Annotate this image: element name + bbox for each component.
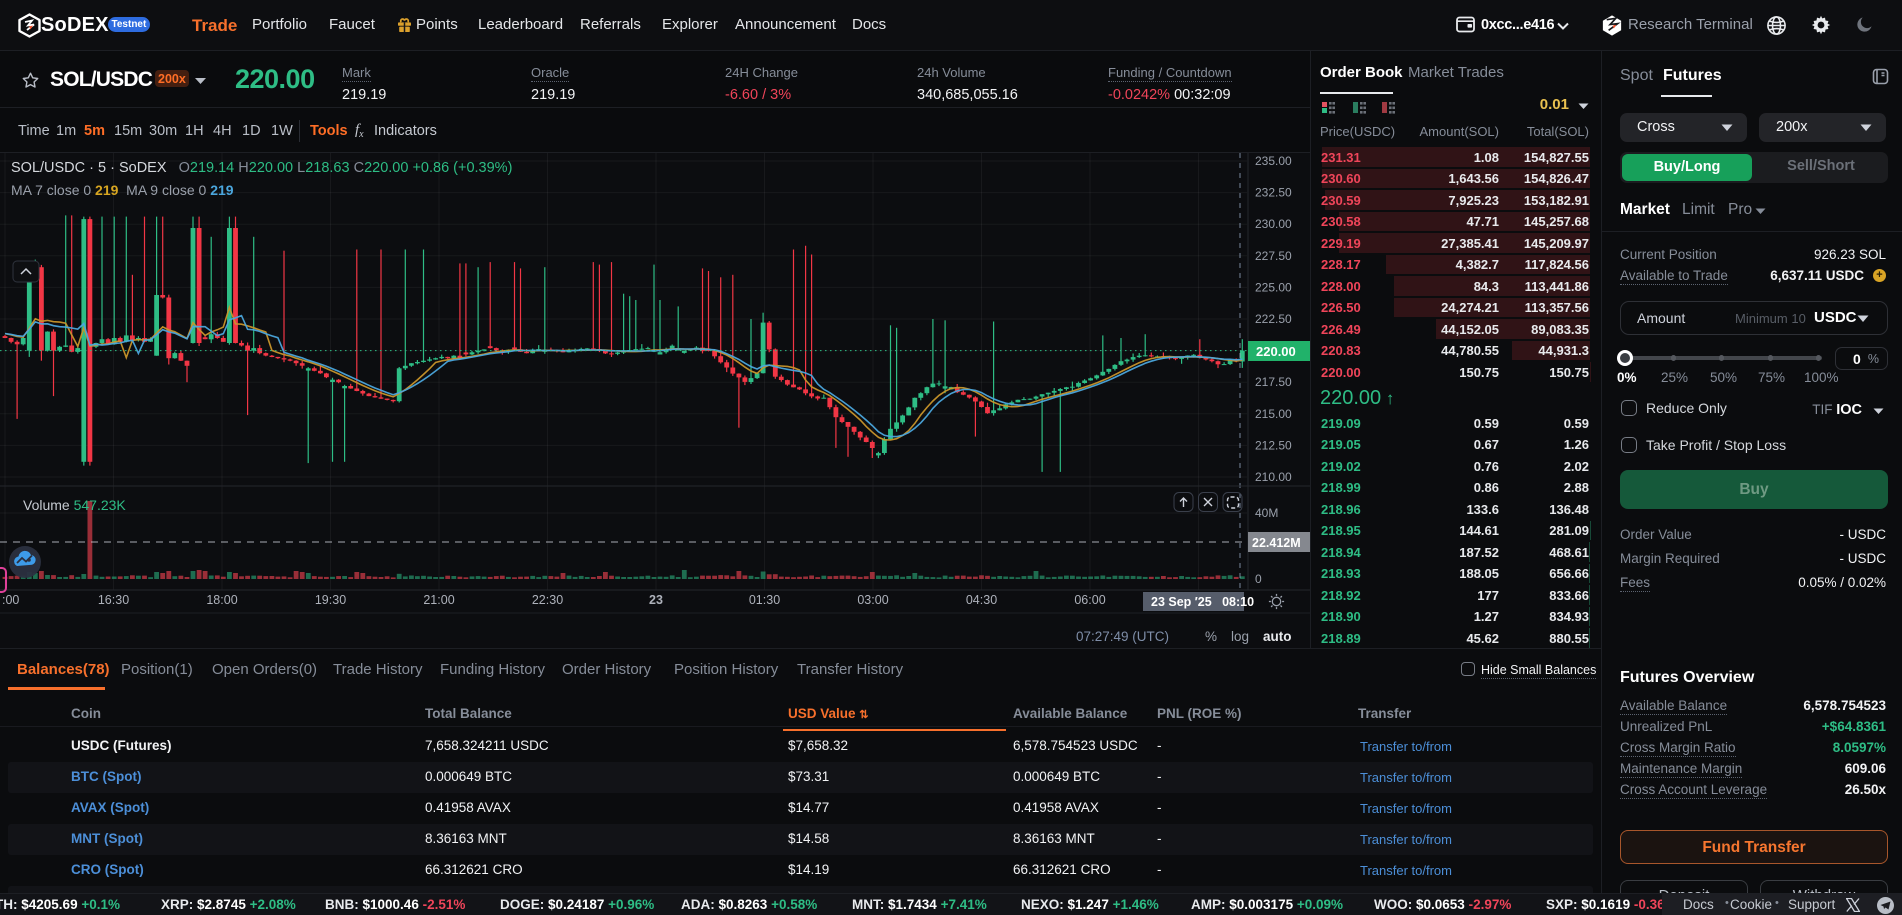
svg-text:227.50: 227.50 — [1255, 249, 1292, 263]
svg-text:%: % — [1205, 629, 1217, 644]
svg-text:01:30: 01:30 — [749, 593, 780, 607]
svg-text:Volume 547.23K: Volume 547.23K — [23, 497, 126, 513]
svg-text:log: log — [1231, 629, 1249, 644]
svg-text:18:00: 18:00 — [206, 593, 237, 607]
svg-text:SOL/USDC · 5 · SoDEX O219.14: SOL/USDC · 5 · SoDEX O219.14 H220.00 L21… — [11, 160, 512, 176]
svg-text:230.00: 230.00 — [1255, 217, 1292, 231]
svg-text:225.00: 225.00 — [1255, 280, 1292, 294]
svg-text:19:30: 19:30 — [315, 593, 346, 607]
svg-text:22.412M: 22.412M — [1252, 536, 1301, 550]
svg-text:220.00: 220.00 — [1256, 344, 1296, 359]
svg-text:23 Sep ′25 08:10: 23 Sep ′25 08:10 — [1151, 595, 1254, 609]
svg-text:04:30: 04:30 — [966, 593, 997, 607]
svg-text:212.50: 212.50 — [1255, 438, 1292, 452]
svg-text:222.50: 222.50 — [1255, 312, 1292, 326]
svg-text:217.50: 217.50 — [1255, 375, 1292, 389]
svg-text:23: 23 — [649, 593, 663, 607]
svg-text:22:30: 22:30 — [532, 593, 563, 607]
svg-text:21:00: 21:00 — [423, 593, 454, 607]
svg-text:210.00: 210.00 — [1255, 470, 1292, 484]
svg-text:235.00: 235.00 — [1255, 154, 1292, 168]
svg-text:16:30: 16:30 — [98, 593, 129, 607]
svg-text:MA 7 close 0 219 MA 9 close 0: MA 7 close 0 219 MA 9 close 0 219 — [11, 182, 234, 198]
svg-text:auto: auto — [1263, 629, 1292, 644]
svg-text:06:00: 06:00 — [1074, 593, 1105, 607]
svg-text:0: 0 — [1255, 572, 1262, 586]
svg-text:03:00: 03:00 — [857, 593, 888, 607]
svg-text::00: :00 — [2, 593, 19, 607]
svg-text:215.00: 215.00 — [1255, 407, 1292, 421]
svg-text:232.50: 232.50 — [1255, 186, 1292, 200]
svg-text:07:27:49 (UTC): 07:27:49 (UTC) — [1076, 629, 1169, 644]
svg-text:40M: 40M — [1255, 506, 1278, 520]
